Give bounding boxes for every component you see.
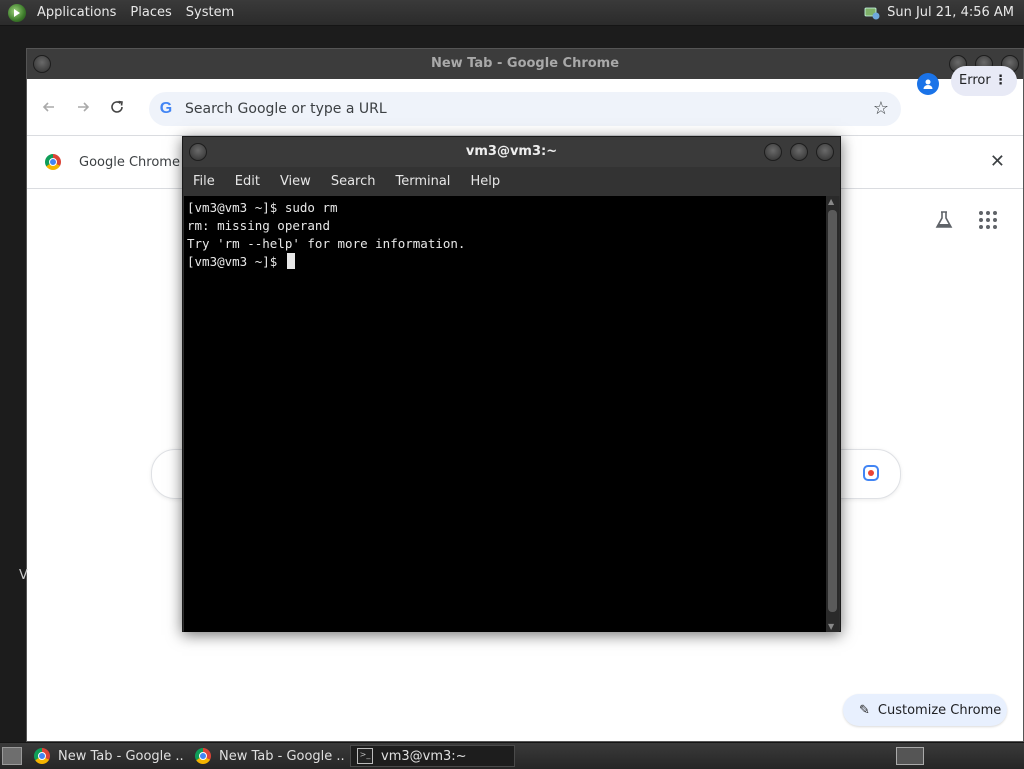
clock[interactable]: Sun Jul 21, 4:56 AM xyxy=(881,5,1020,20)
taskbar-item-label: New Tab - Google ... xyxy=(219,748,344,764)
terminal-menu-view[interactable]: View xyxy=(270,174,321,189)
chrome-titlebar[interactable]: New Tab - Google Chrome xyxy=(27,49,1023,79)
chrome-icon xyxy=(34,748,50,764)
pencil-icon: ✎ xyxy=(859,702,870,718)
forward-icon[interactable] xyxy=(69,93,97,121)
terminal-minimize-icon[interactable] xyxy=(764,143,782,161)
reload-icon[interactable] xyxy=(103,93,131,121)
profile-error-label: Error xyxy=(959,73,991,88)
show-desktop-icon[interactable] xyxy=(2,747,22,765)
chrome-toolbar: G Search Google or type a URL ☆ xyxy=(27,79,1023,135)
omnibox[interactable]: G Search Google or type a URL ☆ xyxy=(149,92,901,126)
taskbar-item-chrome-1[interactable]: New Tab - Google ... xyxy=(28,745,183,767)
terminal-line: Try 'rm --help' for more information. xyxy=(187,236,466,251)
terminal-screen[interactable]: [vm3@vm3 ~]$ sudo rm rm: missing operand… xyxy=(184,196,826,632)
taskbar-item-label: vm3@vm3:~ xyxy=(381,748,467,764)
terminal-titlebar[interactable]: vm3@vm3:~ xyxy=(183,137,840,167)
terminal-window-menu-icon[interactable] xyxy=(189,143,207,161)
edge-letter: V xyxy=(19,568,28,583)
window-menu-icon[interactable] xyxy=(33,55,51,73)
profile-error-button[interactable]: Error ⋮ xyxy=(951,66,1017,96)
terminal-line: rm: missing operand xyxy=(187,218,330,233)
terminal-window: vm3@vm3:~ File Edit View Search Terminal… xyxy=(182,136,841,632)
chrome-logo-icon xyxy=(45,154,61,170)
google-lens-icon[interactable] xyxy=(862,464,880,482)
system-menu[interactable]: System xyxy=(179,0,241,25)
profile-avatar-icon[interactable] xyxy=(917,73,939,95)
places-menu[interactable]: Places xyxy=(123,0,178,25)
terminal-icon: >_ xyxy=(357,748,373,764)
os-logo-icon[interactable] xyxy=(8,3,26,22)
terminal-menu-file[interactable]: File xyxy=(183,174,225,189)
terminal-menubar: File Edit View Search Terminal Help xyxy=(183,167,840,196)
terminal-maximize-icon[interactable] xyxy=(790,143,808,161)
labs-flask-icon[interactable] xyxy=(933,209,955,231)
more-menu-icon[interactable]: ⋮ xyxy=(994,66,1007,96)
taskbar-item-terminal[interactable]: >_ vm3@vm3:~ xyxy=(350,745,515,767)
bottom-taskbar: New Tab - Google ... New Tab - Google ..… xyxy=(0,742,1024,769)
scroll-up-arrow-icon[interactable]: ▲ xyxy=(828,197,834,206)
chrome-icon xyxy=(195,748,211,764)
terminal-line: [vm3@vm3 ~]$ sudo rm xyxy=(187,200,338,215)
terminal-prompt-line: [vm3@vm3 ~]$ xyxy=(187,253,826,271)
infobar-close-icon[interactable]: ✕ xyxy=(990,151,1005,172)
workspace-switcher[interactable] xyxy=(896,747,924,765)
scroll-down-arrow-icon[interactable]: ▼ xyxy=(828,622,834,631)
terminal-title: vm3@vm3:~ xyxy=(465,144,558,159)
chrome-window-title: New Tab - Google Chrome xyxy=(430,56,620,71)
applications-menu[interactable]: Applications xyxy=(30,0,123,25)
google-apps-icon[interactable] xyxy=(979,211,997,229)
omnibox-placeholder[interactable]: Search Google or type a URL xyxy=(185,101,387,117)
terminal-cursor xyxy=(286,253,295,269)
network-icon[interactable] xyxy=(863,5,881,21)
terminal-scrollbar[interactable]: ▲ ▼ xyxy=(826,196,839,632)
customize-chrome-button[interactable]: ✎ Customize Chrome xyxy=(843,694,1007,726)
terminal-menu-search[interactable]: Search xyxy=(321,174,386,189)
bookmark-star-icon[interactable]: ☆ xyxy=(873,98,889,119)
terminal-close-icon[interactable] xyxy=(816,143,834,161)
terminal-menu-help[interactable]: Help xyxy=(460,174,510,189)
taskbar-item-label: New Tab - Google ... xyxy=(58,748,183,764)
google-g-icon: G xyxy=(159,100,173,117)
system-tray: Sun Jul 21, 4:56 AM xyxy=(863,5,1024,21)
terminal-menu-edit[interactable]: Edit xyxy=(225,174,270,189)
terminal-menu-terminal[interactable]: Terminal xyxy=(385,174,460,189)
taskbar-item-chrome-2[interactable]: New Tab - Google ... xyxy=(189,745,344,767)
customize-label: Customize Chrome xyxy=(877,702,1002,718)
back-icon[interactable] xyxy=(35,93,63,121)
top-panel: Applications Places System Sun Jul 21, 4… xyxy=(0,0,1024,26)
terminal-prompt: [vm3@vm3 ~]$ xyxy=(187,254,285,269)
scrollbar-thumb[interactable] xyxy=(828,210,837,612)
